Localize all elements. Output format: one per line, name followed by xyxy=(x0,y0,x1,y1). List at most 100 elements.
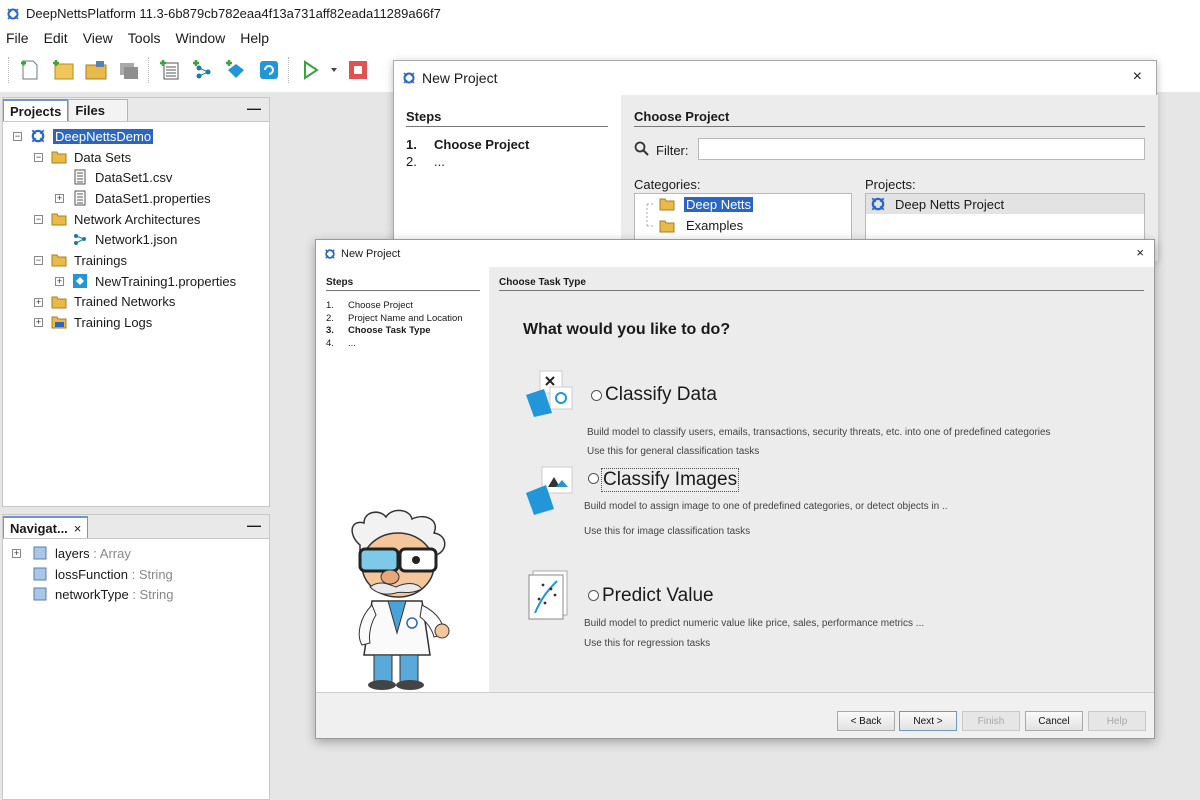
scientist-mascot-image xyxy=(351,509,450,690)
classify-images-radio[interactable] xyxy=(588,473,599,484)
deepnetts-project-icon xyxy=(871,197,885,211)
navigator-item-label: lossFunction : String xyxy=(55,567,173,582)
predict-value-description: Build model to predict numeric value lik… xyxy=(584,618,925,629)
menu-edit[interactable]: Edit xyxy=(44,30,68,46)
step-item: 3. Choose Task Type xyxy=(326,325,431,336)
window-titlebar: DeepNettsPlatform 11.3-6b879cb782eaa4f13… xyxy=(0,0,1200,27)
predict-value-icon xyxy=(528,570,568,620)
tab-projects[interactable]: Projects xyxy=(3,99,69,121)
tree-item[interactable]: + Trained Networks xyxy=(3,292,269,313)
new-project-button[interactable] xyxy=(49,56,77,84)
content-pane: Choose Task Type What would you like to … xyxy=(489,267,1154,692)
navigator-item[interactable]: + layers : Array xyxy=(3,543,269,564)
property-type: : Array xyxy=(89,545,131,561)
filter-label: Filter: xyxy=(656,143,689,158)
collapse-icon[interactable]: − xyxy=(34,214,43,224)
toolbar-grip xyxy=(8,57,10,83)
filter-input[interactable] xyxy=(698,138,1145,160)
menu-tools[interactable]: Tools xyxy=(128,30,161,46)
step-number: 1. xyxy=(326,300,334,311)
classify-data-radio[interactable] xyxy=(591,390,602,401)
close-project-button[interactable] xyxy=(115,56,143,84)
tab-files[interactable]: Files xyxy=(68,99,129,121)
collapse-icon[interactable]: − xyxy=(34,152,43,162)
step-item: 1. Choose Project xyxy=(406,137,529,152)
navigator-item[interactable]: lossFunction : String xyxy=(3,564,269,585)
csv-file-icon xyxy=(72,169,88,185)
menu-help[interactable]: Help xyxy=(240,30,269,46)
close-icon[interactable]: × xyxy=(1133,68,1142,86)
stop-button[interactable] xyxy=(344,56,372,84)
new-training-button[interactable] xyxy=(222,56,250,84)
step-item: 1. Choose Project xyxy=(326,300,413,311)
tree-item[interactable]: + Training Logs xyxy=(3,312,269,333)
tree-item[interactable]: − Trainings xyxy=(3,250,269,271)
new-file-icon xyxy=(21,60,38,80)
help-button[interactable]: Help xyxy=(1088,711,1146,731)
run-dropdown-icon xyxy=(331,68,337,72)
property-type: : String xyxy=(127,566,173,582)
tree-item[interactable]: + NewTraining1.properties xyxy=(3,271,269,292)
property-icon xyxy=(33,546,49,562)
minimize-icon[interactable]: — xyxy=(247,100,261,116)
run-dropdown-button[interactable] xyxy=(329,56,339,84)
dialog-title: New Project xyxy=(422,70,498,86)
expand-icon[interactable]: + xyxy=(12,549,21,558)
cancel-button[interactable]: Cancel xyxy=(1025,711,1083,731)
navigator-item[interactable]: networkType : String xyxy=(3,584,269,605)
new-dataset-button[interactable] xyxy=(156,56,184,84)
step-label: Project Name and Location xyxy=(348,312,463,324)
menu-file[interactable]: File xyxy=(6,30,29,46)
predict-value-radio[interactable] xyxy=(588,590,599,601)
tree-item-label: Data Sets xyxy=(74,149,132,165)
property-icon xyxy=(33,567,49,583)
network-icon xyxy=(193,60,211,79)
tree-item[interactable]: DataSet1.csv xyxy=(3,167,269,188)
next-button[interactable]: Next > xyxy=(899,711,957,731)
project-item-selected[interactable]: Deep Netts Project xyxy=(866,194,1144,214)
category-item-deep-netts[interactable]: Deep Netts xyxy=(684,197,754,212)
run-button[interactable] xyxy=(296,56,324,84)
folder-icon xyxy=(51,294,67,310)
tree-item[interactable]: + DataSet1.properties xyxy=(3,188,269,209)
window-title: DeepNettsPlatform 11.3-6b879cb782eaa4f13… xyxy=(26,6,441,21)
category-item-examples[interactable]: Examples xyxy=(686,218,743,233)
back-button[interactable]: < Back xyxy=(837,711,895,731)
predict-value-label[interactable]: Predict Value xyxy=(602,585,714,607)
expand-icon[interactable]: + xyxy=(34,297,43,307)
project-item-label: Deep Netts Project xyxy=(895,197,1005,212)
refresh-button[interactable] xyxy=(255,56,283,84)
content-heading: Choose Project xyxy=(634,109,1145,127)
expand-icon[interactable]: + xyxy=(34,318,43,328)
folder-icon xyxy=(51,149,67,165)
tree-item[interactable]: − DeepNettsDemo xyxy=(3,126,269,147)
tree-item[interactable]: Network1.json xyxy=(3,229,269,250)
classify-images-icon xyxy=(526,466,573,515)
search-icon xyxy=(634,141,649,156)
close-icon[interactable]: × xyxy=(74,521,82,536)
expand-icon[interactable]: + xyxy=(55,276,64,286)
training-file-icon xyxy=(72,273,88,289)
navigator-tree: + layers : Array lossFunction : String netw… xyxy=(3,539,269,605)
dialog-title: New Project xyxy=(341,247,401,260)
close-icon[interactable]: × xyxy=(1136,245,1144,260)
navigator-panel-tabs: Navigat... × — xyxy=(3,515,269,539)
expand-icon[interactable]: + xyxy=(55,194,64,204)
property-icon xyxy=(33,587,49,603)
new-file-button[interactable] xyxy=(16,56,44,84)
menubar: File Edit View Tools Window Help xyxy=(0,27,1200,49)
open-project-button[interactable] xyxy=(82,56,110,84)
tab-navigator[interactable]: Navigat... × xyxy=(3,516,89,538)
classify-images-label[interactable]: Classify Images xyxy=(601,468,740,492)
finish-button[interactable]: Finish xyxy=(962,711,1020,731)
minimize-icon[interactable]: — xyxy=(247,517,261,533)
menu-window[interactable]: Window xyxy=(175,30,225,46)
menu-view[interactable]: View xyxy=(83,30,113,46)
collapse-icon[interactable]: − xyxy=(34,256,43,266)
tree-item[interactable]: − Network Architectures xyxy=(3,209,269,230)
collapse-icon[interactable]: − xyxy=(13,132,22,141)
new-network-button[interactable] xyxy=(189,56,217,84)
app-logo-icon xyxy=(403,72,415,84)
tree-item[interactable]: − Data Sets xyxy=(3,147,269,168)
classify-data-label[interactable]: Classify Data xyxy=(605,384,717,406)
